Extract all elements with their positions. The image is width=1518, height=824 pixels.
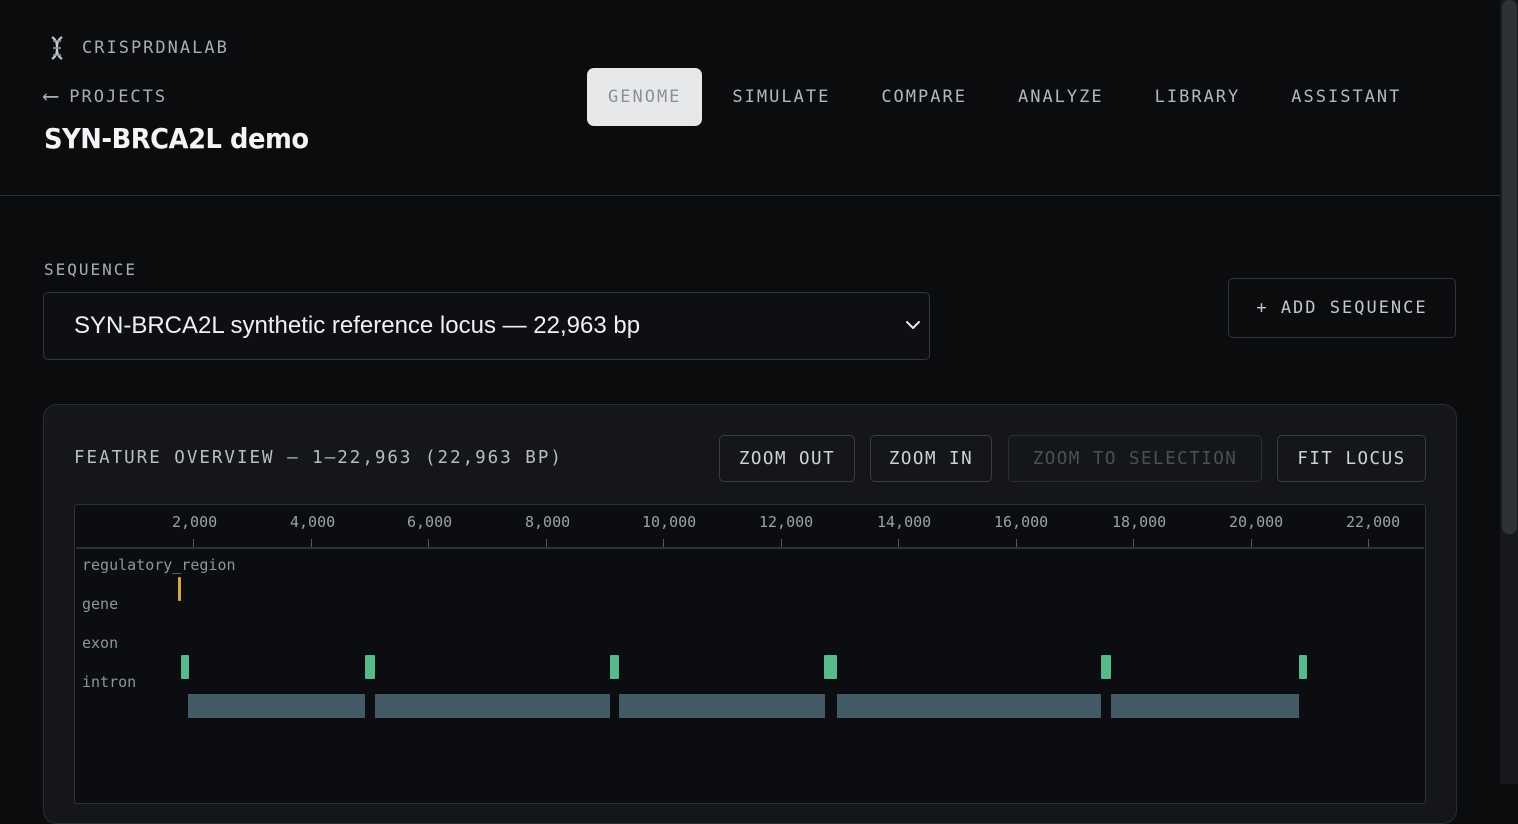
zoom-in-button[interactable]: ZOOM IN xyxy=(870,435,992,482)
exon-feature[interactable] xyxy=(365,655,375,679)
exon-feature[interactable] xyxy=(181,655,189,679)
tab-compare[interactable]: COMPARE xyxy=(860,68,988,126)
arrow-left-icon: ⟵ xyxy=(44,84,58,109)
exon-feature[interactable] xyxy=(824,655,837,679)
sequence-label: SEQUENCE xyxy=(44,260,138,279)
axis-baseline xyxy=(76,547,1424,549)
intron-feature[interactable] xyxy=(1111,694,1299,718)
lane-label-exon: exon xyxy=(82,634,119,652)
axis-tick-label: 2,000 xyxy=(172,513,218,531)
back-label: PROJECTS xyxy=(69,86,168,107)
tab-genome[interactable]: GENOME xyxy=(587,68,703,126)
exon-feature[interactable] xyxy=(1101,655,1111,679)
tab-simulate[interactable]: SIMULATE xyxy=(711,68,851,126)
axis-tick-label: 16,000 xyxy=(994,513,1049,531)
tab-analyze[interactable]: ANALYZE xyxy=(997,68,1125,126)
lane-label-intron: intron xyxy=(82,673,137,691)
exon-feature[interactable] xyxy=(1299,655,1307,679)
axis-tick-label: 12,000 xyxy=(759,513,814,531)
project-title: SYN-BRCA2L demo xyxy=(44,122,309,155)
header-divider xyxy=(0,195,1500,196)
intron-feature[interactable] xyxy=(188,694,365,718)
feature-track[interactable] xyxy=(74,504,1426,804)
axis-tick-mark xyxy=(1251,539,1252,547)
axis-tick-mark xyxy=(1133,539,1134,547)
axis-tick-mark xyxy=(663,539,664,547)
main-nav: GENOME SIMULATE COMPARE ANALYZE LIBRARY … xyxy=(587,68,1431,126)
regulatory-region-feature[interactable] xyxy=(178,577,181,601)
intron-feature[interactable] xyxy=(619,694,825,718)
sequence-select-value: SYN-BRCA2L synthetic reference locus — 2… xyxy=(74,312,641,339)
axis-tick-label: 10,000 xyxy=(642,513,697,531)
axis-tick-label: 18,000 xyxy=(1112,513,1167,531)
tab-assistant[interactable]: ASSISTANT xyxy=(1270,68,1422,126)
intron-feature[interactable] xyxy=(837,694,1101,718)
axis-tick-label: 14,000 xyxy=(877,513,932,531)
axis-tick-mark xyxy=(428,539,429,547)
fit-locus-button[interactable]: FIT LOCUS xyxy=(1277,435,1426,482)
axis-tick-mark xyxy=(1368,539,1369,547)
intron-feature[interactable] xyxy=(375,694,610,718)
axis-tick-mark xyxy=(781,539,782,547)
axis-tick-label: 8,000 xyxy=(525,513,571,531)
axis-tick-mark xyxy=(1016,539,1017,547)
lane-label-gene: gene xyxy=(82,595,119,613)
brand: CRISPRDNALAB xyxy=(46,34,229,62)
zoom-to-selection-button[interactable]: ZOOM TO SELECTION xyxy=(1008,435,1262,482)
chevron-down-icon xyxy=(906,321,920,329)
axis-tick-label: 20,000 xyxy=(1229,513,1284,531)
axis-tick-label: 6,000 xyxy=(407,513,453,531)
lane-label-regulatory-region: regulatory_region xyxy=(82,556,236,574)
axis-tick-mark xyxy=(311,539,312,547)
sequence-select[interactable]: SYN-BRCA2L synthetic reference locus — 2… xyxy=(43,292,930,360)
tab-library[interactable]: LIBRARY xyxy=(1134,68,1262,126)
axis-tick-mark xyxy=(898,539,899,547)
brand-name: CRISPRDNALAB xyxy=(82,38,229,58)
axis-tick-label: 4,000 xyxy=(290,513,336,531)
dna-icon xyxy=(51,36,63,60)
axis-tick-mark xyxy=(546,539,547,547)
back-to-projects-link[interactable]: ⟵ PROJECTS xyxy=(44,84,167,109)
add-sequence-button[interactable]: + ADD SEQUENCE xyxy=(1228,278,1456,338)
feature-overview-title: FEATURE OVERVIEW — 1–22,963 (22,963 BP) xyxy=(74,448,563,468)
zoom-out-button[interactable]: ZOOM OUT xyxy=(719,435,855,482)
axis-tick-mark xyxy=(193,539,194,547)
axis-tick-label: 22,000 xyxy=(1346,513,1401,531)
page-scrollbar-thumb[interactable] xyxy=(1502,0,1517,534)
exon-feature[interactable] xyxy=(610,655,619,679)
